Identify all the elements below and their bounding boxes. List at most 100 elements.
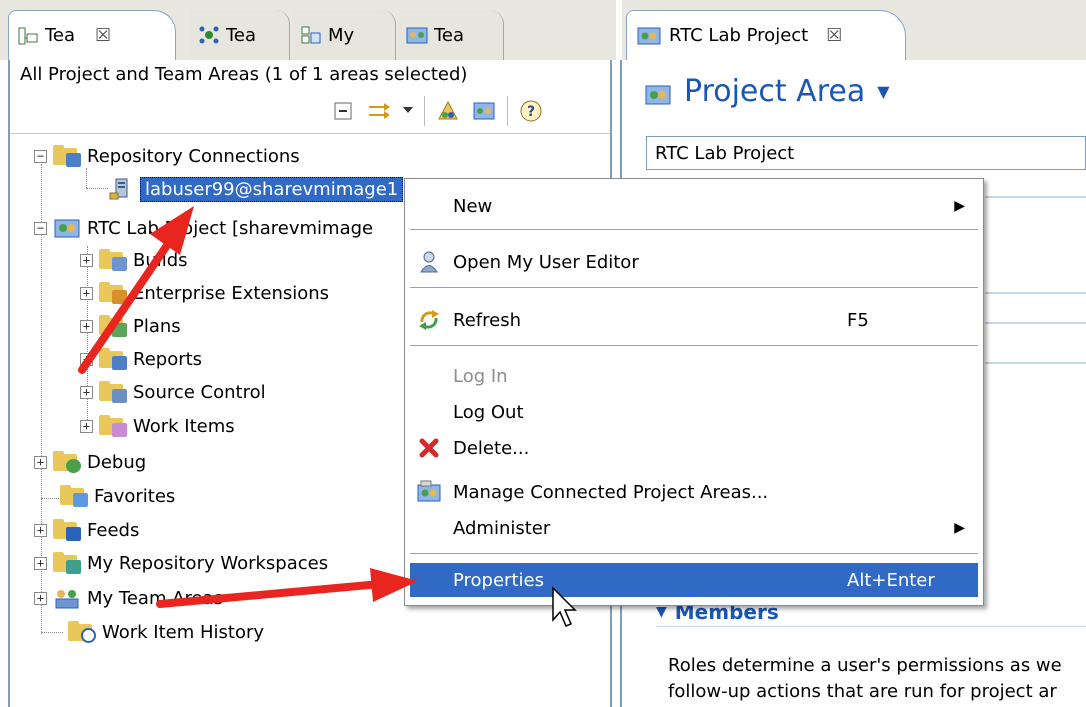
tab-label: Tea — [434, 24, 465, 46]
tree-item-feeds[interactable]: + Feeds — [34, 514, 139, 546]
members-description-line: Roles determine a user's permissions as … — [668, 655, 1062, 676]
tree-item-debug[interactable]: + Debug — [34, 446, 146, 478]
expand-toggle-icon[interactable]: + — [34, 556, 47, 570]
tab-team-central[interactable]: Tea — [190, 10, 290, 60]
view-menu-icon[interactable] — [402, 98, 414, 124]
team-artifacts-icon — [17, 26, 39, 46]
tree-guide-line — [86, 188, 108, 189]
expand-toggle-icon[interactable]: + — [34, 455, 47, 469]
project-area-icon — [644, 80, 672, 104]
enterprise-extensions-folder-icon — [99, 282, 127, 304]
menu-item-label: Log In — [453, 365, 508, 387]
work-items-folder-icon — [99, 415, 127, 437]
menu-item-administer[interactable]: Administer ▶ — [405, 511, 983, 545]
tree-item-repository-connections[interactable]: − Repository Connections — [34, 140, 300, 172]
repository-server-icon — [108, 177, 134, 201]
tab-team-dashboard[interactable]: Tea — [398, 10, 504, 60]
menu-item-accelerator: Alt+Enter — [847, 569, 935, 591]
svg-text:?: ? — [527, 104, 535, 120]
tab-rtc-lab-project[interactable]: RTC Lab Project ☒ — [626, 10, 906, 60]
expand-toggle-icon[interactable]: + — [80, 286, 93, 300]
context-menu: New ▶ Open My User Editor Refresh F5 Log… — [404, 178, 984, 606]
reports-folder-icon — [99, 348, 127, 370]
tree-item-label: Work Item History — [102, 621, 265, 643]
builds-folder-icon — [99, 249, 127, 271]
collapse-all-icon[interactable] — [330, 98, 356, 124]
my-work-icon — [300, 25, 322, 45]
tree-item-label: labuser99@sharevmimage1 — [140, 176, 404, 202]
menu-item-properties[interactable]: Properties Alt+Enter — [410, 563, 978, 597]
members-description-line: follow-up actions that are run for proje… — [668, 681, 1057, 702]
tab-my-work[interactable]: My — [292, 10, 396, 60]
submenu-arrow-icon: ▶ — [954, 198, 965, 214]
feeds-folder-icon — [53, 519, 81, 541]
tree-item-builds[interactable]: + Builds — [80, 244, 188, 276]
menu-separator — [410, 553, 978, 554]
tree-item-label: My Repository Workspaces — [87, 552, 329, 574]
menu-item-manage-connected-project-areas[interactable]: Manage Connected Project Areas... — [405, 475, 983, 509]
tree-item-my-team-areas[interactable]: + My Team Areas — [34, 582, 223, 614]
section-expanded-icon: ▼ — [656, 604, 667, 620]
menu-item-label: Manage Connected Project Areas... — [453, 481, 769, 503]
tree-item-rtc-lab-project[interactable]: − RTC Lab Project [sharevmimage — [34, 212, 373, 244]
sync-with-editor-icon[interactable] — [366, 98, 392, 124]
menu-item-accelerator: F5 — [847, 309, 869, 331]
connected-project-areas-icon — [417, 480, 441, 504]
expand-toggle-icon[interactable]: + — [80, 385, 93, 399]
tree-item-reports[interactable]: + Reports — [80, 343, 202, 375]
editor-title-text: Project Area — [684, 74, 866, 109]
area-summary-text: All Project and Team Areas (1 of 1 areas… — [20, 64, 468, 85]
tree-item-label: My Team Areas — [87, 587, 224, 609]
expand-toggle-icon[interactable]: + — [34, 591, 47, 605]
help-icon[interactable]: ? — [518, 98, 544, 124]
tree-item-label: Reports — [133, 348, 203, 370]
menu-item-label: New — [453, 195, 493, 217]
team-area-icon[interactable] — [471, 98, 497, 124]
tab-team-artifacts[interactable]: Tea ☒ — [8, 10, 176, 60]
favorites-folder-icon — [60, 485, 88, 507]
team-areas-icon — [53, 587, 81, 609]
expand-toggle-icon[interactable]: + — [34, 523, 47, 537]
menu-item-log-out[interactable]: Log Out — [405, 395, 983, 429]
expand-toggle-icon[interactable]: + — [80, 352, 93, 366]
menu-separator — [410, 229, 978, 230]
tree-item-source-control[interactable]: + Source Control — [80, 376, 266, 408]
menu-item-label: Administer — [453, 517, 551, 539]
tree-item-label: Favorites — [94, 485, 176, 507]
team-dashboard-icon — [406, 25, 428, 45]
tree-item-enterprise-extensions[interactable]: + Enterprise Extensions — [80, 277, 329, 309]
tree-item-work-item-history[interactable]: Work Item History — [62, 616, 264, 648]
project-name-field[interactable]: RTC Lab Project — [646, 136, 1086, 170]
menu-item-delete[interactable]: Delete... — [405, 431, 983, 465]
tree-item-plans[interactable]: + Plans — [80, 310, 181, 342]
tree-item-favorites[interactable]: Favorites — [54, 480, 175, 512]
tree-item-label: Plans — [133, 315, 181, 337]
menu-item-log-in: Log In — [405, 359, 983, 393]
menu-item-new[interactable]: New ▶ — [405, 189, 983, 223]
close-icon[interactable]: ☒ — [826, 25, 842, 46]
expand-toggle-icon[interactable]: + — [80, 253, 93, 267]
tree-guide-line — [41, 632, 63, 633]
tree-item-work-items[interactable]: + Work Items — [80, 410, 235, 442]
project-area-icon[interactable] — [435, 98, 461, 124]
source-control-folder-icon — [99, 381, 127, 403]
chevron-down-icon[interactable]: ▼ — [877, 82, 889, 101]
debug-folder-icon — [53, 451, 81, 473]
menu-item-refresh[interactable]: Refresh F5 — [405, 303, 983, 337]
section-rule — [985, 196, 1086, 198]
left-view-toolbar: ? — [330, 96, 544, 126]
toolbar-separator — [507, 96, 508, 126]
collapse-toggle-icon[interactable]: − — [34, 221, 47, 235]
user-icon — [417, 250, 441, 274]
tab-label: Tea — [226, 24, 257, 46]
expand-toggle-icon[interactable]: + — [80, 319, 93, 333]
expand-toggle-icon[interactable]: + — [80, 419, 93, 433]
section-rule — [985, 322, 1086, 324]
close-icon[interactable]: ☒ — [95, 25, 111, 46]
tree-item-connection[interactable]: labuser99@sharevmimage1 — [108, 173, 404, 205]
menu-item-open-my-user-editor[interactable]: Open My User Editor — [405, 245, 983, 279]
tree-item-my-repository-workspaces[interactable]: + My Repository Workspaces — [34, 547, 328, 579]
collapse-toggle-icon[interactable]: − — [34, 149, 47, 163]
section-rule — [985, 362, 1086, 364]
tab-label: RTC Lab Project — [669, 25, 809, 46]
